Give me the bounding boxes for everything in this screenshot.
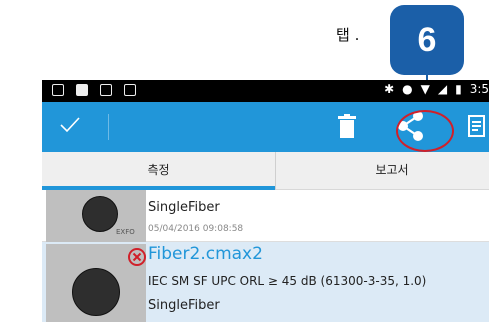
minus-circle-icon: ●	[402, 82, 413, 96]
share-highlight-circle	[396, 110, 454, 152]
status-bar: ✱ ● ▼ ◢ ▮ 3:5	[42, 80, 489, 102]
trash-icon[interactable]	[338, 114, 356, 138]
item-name: SingleFiber	[148, 298, 220, 313]
list-item-selected[interactable]: Fiber2.cmax2 IEC SM SF UPC ORL ≥ 45 dB (…	[42, 242, 489, 322]
fiber-thumbnail: EXFO	[46, 190, 146, 242]
bluetooth-icon: ✱	[384, 82, 395, 96]
step-number-badge: 6	[390, 5, 464, 75]
fail-status-icon	[128, 248, 146, 266]
image-notification-icon	[52, 84, 64, 96]
clipboard-notification-icon	[124, 84, 136, 96]
download-notification-icon	[100, 84, 112, 96]
signal-icon: ◢	[437, 82, 448, 96]
action-bar-divider	[108, 114, 109, 140]
tab-measurement[interactable]: 측정	[42, 152, 275, 190]
fiber-core-image	[72, 268, 120, 316]
item-date: 05/04/2016 09:08:58	[148, 224, 244, 234]
list-item[interactable]: EXFO SingleFiber 05/04/2016 09:08:58	[42, 190, 489, 242]
measurement-list: EXFO SingleFiber 05/04/2016 09:08:58 Fib…	[42, 190, 489, 322]
thumbnail-watermark: EXFO	[116, 228, 135, 236]
check-icon[interactable]	[58, 112, 82, 136]
fiber-thumbnail	[46, 244, 146, 322]
item-title: Fiber2.cmax2	[148, 244, 263, 264]
fiber-core-image	[82, 196, 118, 232]
status-time: 3:5	[469, 82, 489, 96]
tab-bar: 측정 보고서	[42, 152, 489, 190]
instruction-text: 탭 .	[336, 26, 360, 44]
tab-report[interactable]: 보고서	[275, 152, 489, 190]
android-notification-icon	[76, 84, 88, 96]
item-name: SingleFiber	[148, 200, 220, 215]
item-spec: IEC SM SF UPC ORL ≥ 45 dB (61300-3-35, 1…	[148, 274, 427, 288]
wifi-icon: ▼	[420, 82, 430, 96]
battery-icon: ▮	[455, 82, 462, 96]
report-icon[interactable]	[468, 114, 486, 138]
